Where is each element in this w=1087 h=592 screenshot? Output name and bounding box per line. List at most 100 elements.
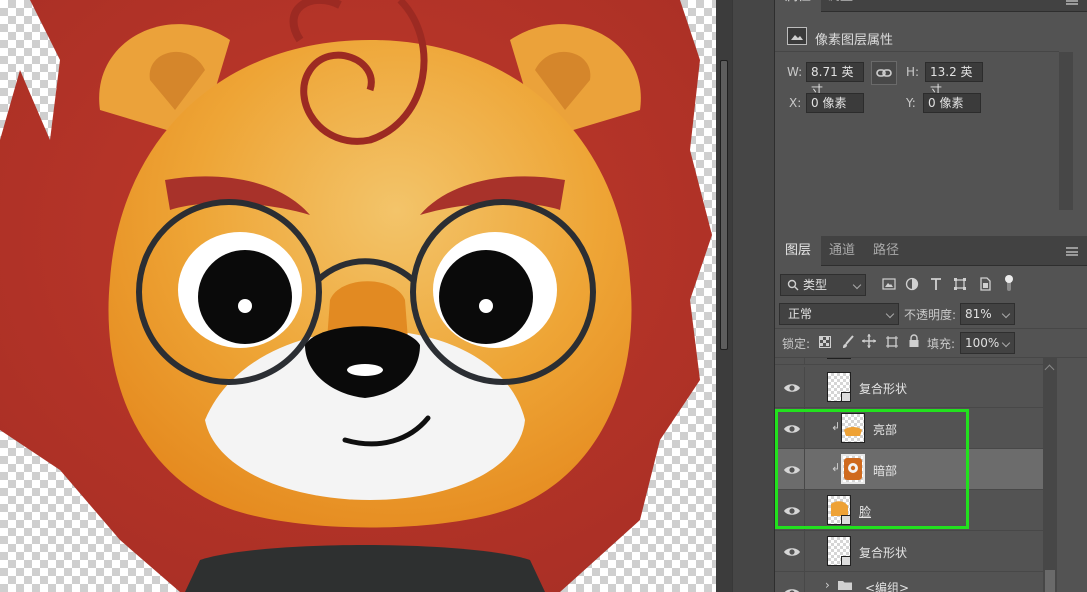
- visibility-column: [775, 358, 805, 365]
- right-pupil: [439, 250, 533, 344]
- layer-row[interactable]: 复合形状: [775, 531, 1045, 572]
- y-field[interactable]: 0 像素: [923, 93, 981, 113]
- chevron-down-icon: [1001, 309, 1011, 319]
- tab-adjustments[interactable]: 调整: [817, 0, 863, 12]
- layer-thumbnail: [827, 358, 851, 359]
- layer-row-partial[interactable]: [775, 358, 1045, 365]
- left-pupil: [198, 250, 292, 344]
- layer-name: 亮部: [873, 423, 898, 437]
- layer-thumbnail: [827, 536, 851, 566]
- width-label: W:: [787, 65, 803, 79]
- layer-row-selected[interactable]: ↲ 暗部: [775, 449, 1045, 490]
- y-label: Y:: [906, 96, 916, 110]
- properties-header: 像素图层属性: [775, 22, 1059, 52]
- properties-body: W: 8.71 英寸 H: 13.2 英寸 X: 0 像素 Y: 0 像素: [775, 52, 1059, 210]
- layer-row[interactable]: ↲ 亮部: [775, 408, 1045, 449]
- clipping-arrow-icon: ↲: [831, 461, 841, 474]
- blend-mode-dropdown[interactable]: 正常: [779, 303, 899, 325]
- lock-paint-icon[interactable]: [841, 335, 855, 349]
- tab-channels[interactable]: 通道: [819, 236, 865, 266]
- x-field[interactable]: 0 像素: [806, 93, 864, 113]
- layer-row-group[interactable]: › <编组>: [775, 572, 1045, 592]
- height-label: H:: [906, 65, 920, 79]
- document-canvas[interactable]: [0, 0, 716, 592]
- layers-list: 复合形状 ↲ 亮部 ↲ 暗部 脸 复合形状 › <编组>: [775, 358, 1045, 592]
- vector-mask-icon: [841, 556, 851, 566]
- layers-tabbar: 图层 通道 路径: [775, 236, 1087, 266]
- right-panels: 属性 调整 像素图层属性 W: 8.71 英寸 H: 13.2 英寸 X: 0 …: [774, 0, 1087, 592]
- lock-move-icon[interactable]: [862, 334, 876, 348]
- lock-label: 锁定:: [782, 337, 811, 351]
- lock-transparent-icon[interactable]: [819, 336, 831, 348]
- lock-row: 锁定: 填充: 100%: [775, 328, 1087, 358]
- left-eye-highlight: [238, 299, 252, 313]
- filter-toggle-icon[interactable]: [1004, 274, 1014, 292]
- clipping-arrow-icon: ↲: [831, 420, 841, 433]
- properties-tabbar: 属性 调整: [775, 0, 1087, 12]
- pixel-filter-icon[interactable]: [882, 278, 896, 290]
- width-field[interactable]: 8.71 英寸: [806, 62, 864, 97]
- collar: [185, 545, 545, 592]
- tab-properties[interactable]: 属性: [775, 0, 822, 12]
- lion-artwork: [0, 0, 712, 592]
- chevron-down-icon: [1001, 338, 1011, 348]
- fill-label: 填充:: [927, 337, 956, 351]
- layer-name: <编组>: [865, 581, 910, 592]
- layers-menu-icon[interactable]: [1066, 247, 1078, 256]
- opacity-value: 81%: [965, 307, 992, 321]
- tab-layers[interactable]: 图层: [775, 236, 822, 266]
- smart-object-filter-icon[interactable]: [978, 277, 992, 291]
- chevron-right-icon[interactable]: ›: [825, 578, 830, 592]
- adjustment-filter-icon[interactable]: [905, 277, 919, 291]
- lock-all-icon[interactable]: [908, 334, 920, 348]
- fill-value: 100%: [965, 336, 1000, 350]
- vector-mask-icon: [841, 392, 851, 402]
- lock-artboard-icon[interactable]: [885, 335, 899, 349]
- tab-paths[interactable]: 路径: [863, 236, 909, 266]
- layers-scrollbar[interactable]: [1043, 358, 1057, 592]
- x-label: X:: [789, 96, 802, 110]
- canvas-vertical-scrollbar[interactable]: [716, 0, 732, 592]
- blend-row: 正常 不透明度: 81%: [775, 299, 1087, 329]
- filter-kind-label: 类型: [803, 278, 828, 292]
- folder-icon: [838, 581, 852, 590]
- visibility-column: [775, 531, 805, 572]
- layer-filter-row: 类型: [775, 270, 1087, 300]
- layer-thumbnail: [841, 454, 865, 484]
- opacity-label: 不透明度:: [904, 308, 957, 322]
- layers-scroll-thumb[interactable]: [1045, 570, 1055, 592]
- visibility-column: [775, 490, 805, 531]
- pixel-layer-icon: [787, 27, 807, 45]
- scroll-up-icon[interactable]: [1044, 364, 1055, 375]
- layer-thumbnail: [827, 372, 851, 402]
- search-icon: [787, 279, 799, 291]
- right-eye-highlight: [479, 299, 493, 313]
- layer-row[interactable]: 脸: [775, 490, 1045, 531]
- properties-scrollbar[interactable]: [1059, 52, 1073, 210]
- link-dimensions-button[interactable]: [871, 61, 897, 85]
- opacity-field[interactable]: 81%: [960, 303, 1015, 325]
- panel-dock-strip: [732, 0, 774, 592]
- fill-field[interactable]: 100%: [960, 332, 1015, 354]
- eye-icon[interactable]: [783, 543, 801, 561]
- layer-name: 脸: [859, 505, 872, 519]
- eye-icon[interactable]: [783, 420, 801, 438]
- filter-kind-dropdown[interactable]: 类型: [780, 274, 866, 296]
- layer-thumbnail: [827, 495, 851, 525]
- shape-filter-icon[interactable]: [953, 277, 967, 291]
- height-field[interactable]: 13.2 英寸: [925, 62, 983, 97]
- nose-highlight: [347, 364, 383, 376]
- eye-icon[interactable]: [783, 461, 801, 479]
- canvas-scroll-thumb[interactable]: [720, 60, 728, 350]
- layer-name: 复合形状: [859, 546, 908, 560]
- eye-icon[interactable]: [783, 379, 801, 397]
- layer-name: 复合形状: [859, 382, 908, 396]
- chevron-down-icon: [885, 309, 895, 319]
- chevron-down-icon: [852, 280, 862, 290]
- eye-icon[interactable]: [783, 584, 801, 592]
- type-filter-icon[interactable]: [929, 277, 943, 291]
- properties-menu-icon[interactable]: [1066, 0, 1078, 5]
- visibility-column: [775, 408, 805, 449]
- eye-icon[interactable]: [783, 502, 801, 520]
- layer-row[interactable]: 复合形状: [775, 367, 1045, 408]
